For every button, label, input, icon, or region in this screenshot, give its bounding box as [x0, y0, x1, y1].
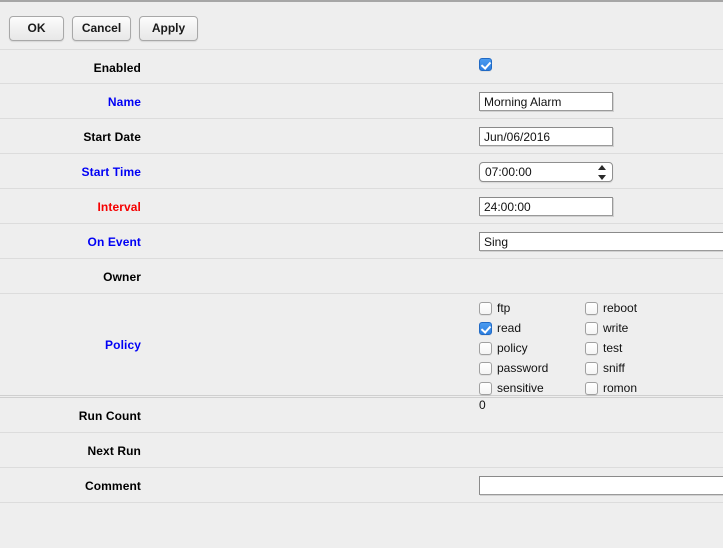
policy-checkbox-test[interactable] [585, 342, 598, 355]
policy-checkbox-sniff[interactable] [585, 362, 598, 375]
policy-checkbox-romon[interactable] [585, 382, 598, 395]
dialog-toolbar: OK Cancel Apply [0, 2, 723, 49]
policy-label-romon: romon [603, 381, 638, 395]
field-on-event [141, 224, 723, 258]
policy-label-sniff: sniff [603, 361, 625, 375]
field-run-count: 0 [141, 398, 723, 432]
row-owner: Owner [0, 259, 723, 294]
label-interval: Interval [97, 200, 141, 214]
row-enabled: Enabled [0, 49, 723, 84]
row-name: Name [0, 84, 723, 119]
policy-label-policy: policy [497, 341, 528, 355]
stepper-arrows-icon[interactable] [598, 165, 607, 180]
policy-item-ftp[interactable]: ftp [479, 302, 559, 315]
apply-button[interactable]: Apply [139, 16, 198, 41]
interval-input[interactable] [479, 197, 613, 216]
ok-button[interactable]: OK [9, 16, 64, 41]
policy-item-test[interactable]: test [585, 342, 665, 355]
row-run-count: Run Count 0 [0, 398, 723, 433]
row-on-event: On Event [0, 224, 723, 259]
policy-checkbox-policy[interactable] [479, 342, 492, 355]
policy-checkbox-read[interactable] [479, 322, 492, 335]
policy-label-ftp: ftp [497, 301, 511, 315]
label-enabled: Enabled [93, 61, 141, 75]
policy-item-policy[interactable]: policy [479, 342, 559, 355]
field-start-time: 07:00:00 [141, 154, 723, 188]
row-start-time: Start Time 07:00:00 [0, 154, 723, 189]
policy-checkbox-reboot[interactable] [585, 302, 598, 315]
run-count-value: 0 [479, 398, 486, 412]
policy-item-password[interactable]: password [479, 362, 559, 375]
policy-item-reboot[interactable]: reboot [585, 302, 665, 315]
enabled-checkbox[interactable] [479, 58, 492, 71]
row-next-run: Next Run [0, 433, 723, 468]
field-policy: ftp read policy password sensitive reboo… [141, 294, 723, 395]
policy-column-right: reboot write test sniff romon [585, 302, 665, 395]
policy-checkbox-grid: ftp read policy password sensitive reboo… [479, 294, 723, 395]
label-run-count: Run Count [78, 409, 141, 423]
start-time-value: 07:00:00 [485, 165, 532, 179]
row-start-date: Start Date [0, 119, 723, 154]
policy-checkbox-ftp[interactable] [479, 302, 492, 315]
label-comment: Comment [84, 479, 141, 493]
start-time-stepper[interactable]: 07:00:00 [479, 162, 613, 182]
field-owner [141, 259, 723, 293]
row-comment: Comment [0, 468, 723, 503]
name-input[interactable] [479, 92, 613, 111]
label-on-event: On Event [87, 235, 141, 249]
label-owner: Owner [103, 270, 141, 284]
cancel-button[interactable]: Cancel [72, 16, 131, 41]
policy-item-sniff[interactable]: sniff [585, 362, 665, 375]
on-event-input[interactable] [479, 232, 723, 251]
label-start-date: Start Date [83, 130, 141, 144]
field-name [141, 84, 723, 118]
policy-column-left: ftp read policy password sensitive [479, 302, 559, 395]
label-start-time: Start Time [81, 165, 141, 179]
label-policy: Policy [105, 338, 141, 352]
policy-label-test: test [603, 341, 623, 355]
field-comment [141, 468, 723, 502]
policy-checkbox-write[interactable] [585, 322, 598, 335]
policy-label-read: read [497, 321, 522, 335]
start-date-input[interactable] [479, 127, 613, 146]
row-interval: Interval [0, 189, 723, 224]
field-interval [141, 189, 723, 223]
policy-item-sensitive[interactable]: sensitive [479, 382, 559, 395]
policy-item-read[interactable]: read [479, 322, 559, 335]
scheduler-entry-dialog: OK Cancel Apply Enabled Name Start Date … [0, 0, 723, 548]
policy-label-reboot: reboot [603, 301, 638, 315]
label-next-run: Next Run [87, 444, 141, 458]
policy-label-password: password [497, 361, 549, 375]
comment-input[interactable] [479, 476, 723, 495]
policy-label-write: write [603, 321, 629, 335]
scheduler-form: Enabled Name Start Date Start Time 07:00… [0, 49, 723, 503]
policy-item-write[interactable]: write [585, 322, 665, 335]
field-enabled [141, 50, 723, 83]
row-policy: Policy ftp read policy password sensitiv… [0, 294, 723, 398]
policy-item-romon[interactable]: romon [585, 382, 665, 395]
policy-label-sensitive: sensitive [497, 381, 544, 395]
field-start-date [141, 119, 723, 153]
policy-checkbox-password[interactable] [479, 362, 492, 375]
label-name: Name [107, 95, 141, 109]
field-next-run [141, 433, 723, 467]
